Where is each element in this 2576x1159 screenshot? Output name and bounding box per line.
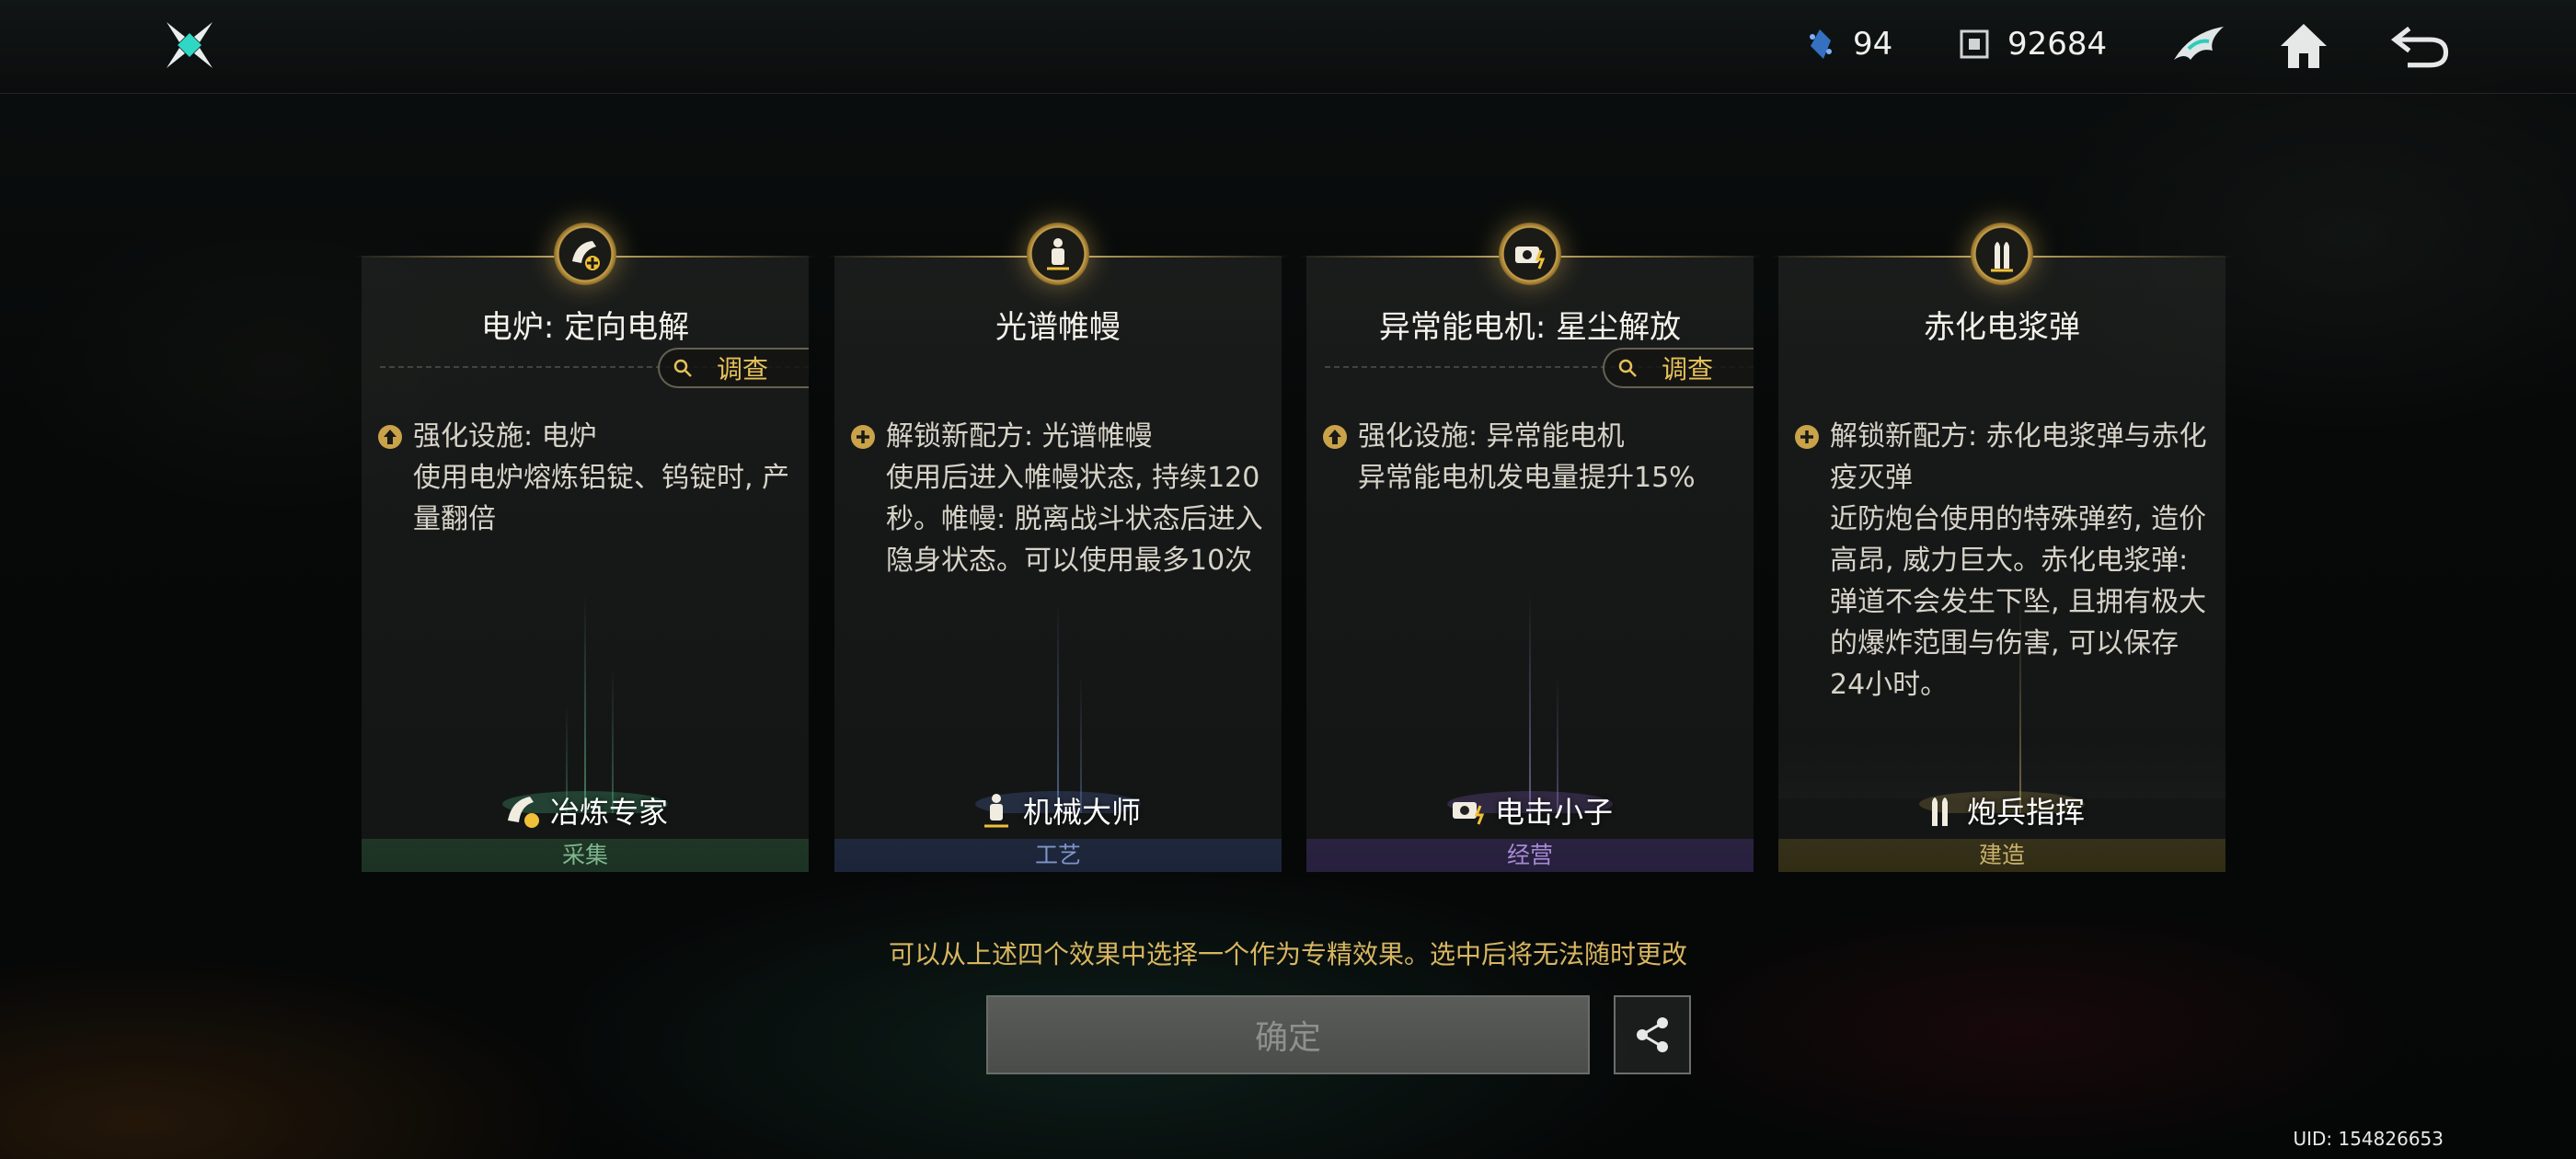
upgrade-bullet-icon xyxy=(378,425,402,449)
furnace-medal-icon xyxy=(554,223,616,285)
selection-hint: 可以从上述四个效果中选择一个作为专精效果。选中后将无法随时更改 xyxy=(888,939,1687,970)
share-button[interactable] xyxy=(1614,995,1691,1074)
effect-body: 异常能电机发电量提升15% xyxy=(1358,462,1696,494)
investigate-label: 调查 xyxy=(717,354,769,384)
home-icon[interactable] xyxy=(2274,17,2333,75)
upgrade-bullet-icon xyxy=(1323,425,1347,449)
effect-head: 解锁新配方: 光谱帷幔 xyxy=(886,420,1153,453)
effect-head: 强化设施: 电炉 xyxy=(413,420,597,453)
effect-text: 解锁新配方: 赤化电浆弹与赤化疫灭弹 近防炮台使用的特殊弹药, 造价高昂, 威力… xyxy=(1793,416,2207,706)
effect-text: 强化设施: 电炉 使用电炉熔炼铝锭、钨锭时, 产量翻倍 xyxy=(376,416,790,540)
confirm-button[interactable]: 确定 xyxy=(986,995,1590,1074)
role-label: 电击小子 xyxy=(1306,789,1754,832)
mech-medal-icon xyxy=(1027,223,1089,285)
glow-rays xyxy=(1447,592,1613,813)
role-label: 冶炼专家 xyxy=(362,789,809,832)
share-icon xyxy=(1637,1017,1668,1052)
investigate-label: 调查 xyxy=(1662,354,1714,384)
emblem-icon[interactable] xyxy=(2169,17,2228,75)
effect-body: 使用后进入帷幔状态, 持续120秒。帷幔: 脱离战斗状态后进入隐身状态。可以使用… xyxy=(886,462,1263,577)
effect-text: 解锁新配方: 光谱帷幔 使用后进入帷幔状态, 持续120秒。帷幔: 脱离战斗状态… xyxy=(849,416,1263,581)
card-title: 光谱帷幔 xyxy=(995,309,1121,346)
effect-text: 强化设施: 异常能电机 异常能电机发电量提升15% xyxy=(1321,416,1735,499)
glow-rays xyxy=(975,602,1141,813)
card-title: 异常能电机: 星尘解放 xyxy=(1378,309,1682,346)
effect-body: 近防炮台使用的特殊弹药, 造价高昂, 威力巨大。赤化电浆弹: 弹道不会发生下坠,… xyxy=(1830,503,2207,701)
role-label: 炮兵指挥 xyxy=(1778,789,2225,832)
back-icon[interactable] xyxy=(2390,17,2449,75)
specialization-card-4[interactable]: 赤化电浆弹 解锁新配方: 赤化电浆弹与赤化疫灭弹 近防炮台使用的特殊弹药, 造价… xyxy=(1769,223,2235,872)
mech-master-icon xyxy=(983,794,1008,828)
specialization-card-1[interactable]: 电炉: 定向电解 调查 强化设施: 电炉 使用电炉熔炼铝锭、钨锭时, 产量翻倍 … xyxy=(352,223,818,872)
top-bar: 94 92684 xyxy=(0,0,2576,94)
category-tag: 经营 xyxy=(1306,839,1754,872)
specialization-card-3[interactable]: 异常能电机: 星尘解放 调查 强化设施: 异常能电机 异常能电机发电量提升15%… xyxy=(1297,223,1763,872)
artillery-commander-icon xyxy=(1931,798,1948,826)
effect-body: 使用电炉熔炼铝锭、钨锭时, 产量翻倍 xyxy=(413,462,790,535)
shell-medal-icon xyxy=(1971,223,2033,285)
investigate-button[interactable]: 调查 xyxy=(658,348,809,388)
effect-head: 强化设施: 异常能电机 xyxy=(1358,420,1625,453)
search-icon xyxy=(1618,359,1637,377)
search-icon xyxy=(673,359,692,377)
effect-head: 解锁新配方: 赤化电浆弹与赤化疫灭弹 xyxy=(1830,420,2207,494)
role-label: 机械大师 xyxy=(834,789,1282,832)
coin-count: 92684 xyxy=(2007,26,2108,63)
crystal-count: 94 xyxy=(1853,26,1893,63)
card-title: 电炉: 定向电解 xyxy=(480,309,690,346)
crystal-currency: 94 xyxy=(1803,26,1892,63)
specialization-card-2[interactable]: 光谱帷幔 解锁新配方: 光谱帷幔 使用后进入帷幔状态, 持续120秒。帷幔: 脱… xyxy=(825,223,1291,872)
glow-rays xyxy=(502,592,668,813)
game-logo-icon xyxy=(161,17,218,74)
cube-coin-icon xyxy=(1958,28,1991,61)
coin-currency: 92684 xyxy=(1958,26,2107,63)
user-id: UID: 154826653 xyxy=(2293,1128,2444,1150)
card-title: 赤化电浆弹 xyxy=(1924,309,2080,346)
category-tag: 建造 xyxy=(1778,839,2225,872)
category-tag: 工艺 xyxy=(834,839,1282,872)
unlock-bullet-icon xyxy=(1795,425,1819,449)
category-tag: 采集 xyxy=(362,839,809,872)
unlock-bullet-icon xyxy=(851,425,875,449)
shock-kid-icon xyxy=(1452,802,1485,825)
investigate-button[interactable]: 调查 xyxy=(1603,348,1754,388)
motor-medal-icon xyxy=(1499,223,1561,285)
crystal-icon xyxy=(1803,28,1836,61)
smelting-expert-icon xyxy=(507,797,539,828)
